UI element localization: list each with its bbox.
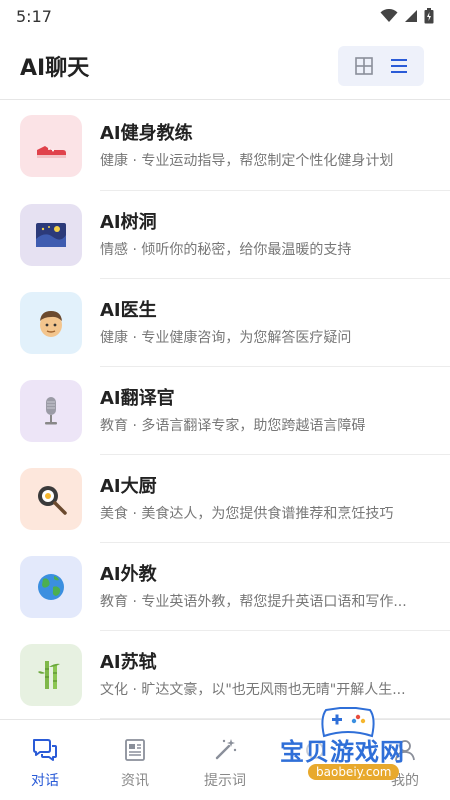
frying-pan-icon xyxy=(38,486,67,515)
chat-desc: 教育 · 多语言翻译专家，助您跨越语言障碍 xyxy=(100,418,366,434)
wifi-icon xyxy=(380,9,398,22)
starry-night-icon xyxy=(36,223,66,247)
avatar xyxy=(20,292,82,354)
status-bar: 5:17 xyxy=(0,0,450,32)
tab-news[interactable]: 资讯 xyxy=(90,720,180,800)
page-title: AI聊天 xyxy=(20,55,90,81)
sneaker-icon xyxy=(37,146,66,158)
tab-label: 提示词 xyxy=(204,773,246,789)
globe-icon xyxy=(38,574,64,600)
battery-icon xyxy=(424,8,434,24)
list-item[interactable]: AI树洞 情感 · 倾听你的秘密，给你最温暖的支持 xyxy=(0,191,450,279)
tab-chat[interactable]: 对话 xyxy=(0,720,90,800)
list-view-button[interactable] xyxy=(384,51,414,81)
microphone-icon xyxy=(45,397,57,425)
chat-name: AI苏轼 xyxy=(100,652,157,673)
chat-bubbles-icon xyxy=(33,739,57,761)
chat-desc: 教育 · 专业英语外教，帮您提升英语口语和写作... xyxy=(100,594,407,610)
avatar xyxy=(20,380,82,442)
view-toggle xyxy=(338,45,424,86)
news-icon xyxy=(125,739,145,761)
list-item[interactable]: AI健身教练 健康 · 专业运动指导，帮您制定个性化健身计划 xyxy=(0,101,450,191)
watermark-logo: 宝贝游戏网 baobeiy.com xyxy=(278,706,448,796)
watermark-url: baobeiy.com xyxy=(308,764,400,780)
chat-name: AI树洞 xyxy=(100,212,157,233)
list-item[interactable]: AI翻译官 教育 · 多语言翻译专家，助您跨越语言障碍 xyxy=(0,367,450,455)
status-icons xyxy=(380,8,434,24)
chat-name: AI医生 xyxy=(100,300,157,321)
chat-list: AI健身教练 健康 · 专业运动指导，帮您制定个性化健身计划 AI树洞 情感 ·… xyxy=(0,101,450,719)
avatar xyxy=(20,468,82,530)
avatar xyxy=(20,115,82,177)
app-header: AI聊天 xyxy=(0,32,450,100)
doctor-face-icon xyxy=(40,311,62,337)
chat-name: AI翻译官 xyxy=(100,388,175,409)
signal-icon xyxy=(405,10,417,22)
chat-name: AI外教 xyxy=(100,564,157,585)
list-item[interactable]: AI大厨 美食 · 美食达人，为您提供食谱推荐和烹饪技巧 xyxy=(0,455,450,543)
chat-desc: 情感 · 倾听你的秘密，给你最温暖的支持 xyxy=(100,242,352,258)
bamboo-icon xyxy=(38,661,60,689)
list-icon xyxy=(390,58,407,73)
tab-label: 资讯 xyxy=(121,773,149,789)
watermark-text: 宝贝游戏网 xyxy=(280,738,405,766)
avatar xyxy=(20,556,82,618)
magic-wand-icon xyxy=(215,739,237,760)
status-time: 5:17 xyxy=(16,6,52,26)
chat-desc: 文化 · 旷达文豪，以"也无风雨也无晴"开解人生... xyxy=(100,682,406,698)
grid-icon xyxy=(354,56,373,75)
tab-label: 对话 xyxy=(31,773,59,789)
chat-desc: 健康 · 专业运动指导，帮您制定个性化健身计划 xyxy=(100,153,394,169)
avatar xyxy=(20,204,82,266)
chat-name: AI健身教练 xyxy=(100,123,193,144)
list-item[interactable]: AI医生 健康 · 专业健康咨询，为您解答医疗疑问 xyxy=(0,279,450,367)
avatar xyxy=(20,644,82,706)
chat-desc: 美食 · 美食达人，为您提供食谱推荐和烹饪技巧 xyxy=(100,506,394,522)
grid-view-button[interactable] xyxy=(349,51,379,81)
tab-prompts[interactable]: 提示词 xyxy=(180,720,270,800)
chat-name: AI大厨 xyxy=(100,476,157,497)
list-item[interactable]: AI外教 教育 · 专业英语外教，帮您提升英语口语和写作... xyxy=(0,543,450,631)
chat-desc: 健康 · 专业健康咨询，为您解答医疗疑问 xyxy=(100,330,352,346)
